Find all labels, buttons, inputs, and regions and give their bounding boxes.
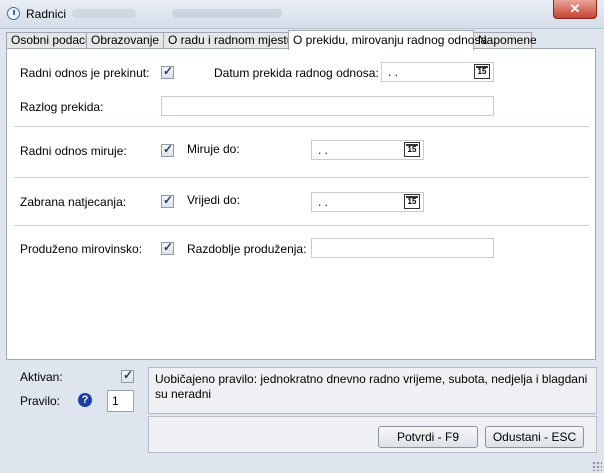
date-value: . . (318, 143, 329, 157)
date-value: . . (318, 195, 329, 209)
blurred-title-text (72, 9, 136, 18)
confirm-button[interactable]: Potvrdi - F9 (378, 426, 478, 448)
extension-period-label: Razdoblje produženja: (187, 242, 307, 256)
tab-label: Osobni podaci (11, 33, 88, 47)
noncompete-label: Zabrana natjecanja: (20, 195, 127, 209)
resize-grip-icon[interactable] (592, 461, 602, 471)
interrupted-label: Radni odnos je prekinut: (20, 66, 150, 80)
date-value: . . (388, 65, 399, 79)
extension-period-field[interactable] (311, 238, 494, 258)
tab-label: Obrazovanje (91, 33, 160, 47)
noncompete-checkbox[interactable] (161, 193, 174, 208)
extended-pension-label: Produženo mirovinsko: (20, 242, 143, 256)
tab-label: O radu i radnom mjestu (168, 33, 294, 47)
tab-o-radu[interactable]: O radu i radnom mjestu (163, 32, 293, 49)
dormant-checkbox[interactable] (161, 142, 174, 157)
rule-description-text: Uobičajeno pravilo: jednokratno dnevno r… (155, 372, 588, 401)
dormant-label: Radni odnos miruje: (20, 144, 127, 158)
extended-pension-checkbox[interactable] (161, 240, 174, 255)
calendar-icon[interactable]: 15 (404, 194, 420, 209)
window-title: Radnici (26, 7, 67, 21)
title-bar: Radnici ✕ (0, 0, 604, 29)
rule-value: 1 (112, 394, 119, 408)
interrupted-checkbox[interactable] (161, 64, 174, 79)
rule-label: Pravilo: (20, 394, 61, 408)
app-clock-icon (7, 7, 20, 20)
tab-o-prekidu[interactable]: O prekidu, mirovanju radnog odnosa (288, 30, 487, 50)
active-checkbox[interactable] (121, 368, 134, 383)
calendar-icon[interactable]: 15 (404, 142, 420, 157)
tab-label: O prekidu, mirovanju radnog odnosa (293, 33, 488, 47)
tab-obrazovanje[interactable]: Obrazovanje (86, 32, 164, 49)
tab-panel: Radni odnos je prekinut: Datum prekida r… (6, 48, 596, 360)
valid-until-label: Vrijedi do: (187, 193, 240, 207)
close-button[interactable]: ✕ (553, 0, 597, 19)
reason-field[interactable] (161, 96, 494, 116)
rule-input[interactable]: 1 (107, 390, 134, 412)
active-label: Aktivan: (20, 370, 63, 384)
divider (14, 225, 589, 226)
button-bar: Potvrdi - F9 Odustani - ESC (148, 416, 597, 453)
tab-osobni-podaci[interactable]: Osobni podaci (6, 32, 88, 49)
close-icon: ✕ (569, 1, 581, 16)
cancel-button[interactable]: Odustani - ESC (485, 426, 584, 448)
calendar-icon[interactable]: 15 (474, 64, 490, 79)
blurred-title-text (172, 9, 282, 18)
interrupt-date-label: Datum prekida radnog odnosa: (214, 66, 379, 80)
reason-label: Razlog prekida: (20, 100, 104, 114)
cancel-label: Odustani - ESC (492, 430, 577, 444)
dormant-until-label: Miruje do: (187, 142, 240, 156)
confirm-label: Potvrdi - F9 (396, 430, 459, 444)
divider (14, 126, 589, 127)
divider (14, 177, 589, 178)
help-icon[interactable]: ? (78, 393, 92, 407)
rule-description: Uobičajeno pravilo: jednokratno dnevno r… (148, 367, 597, 414)
